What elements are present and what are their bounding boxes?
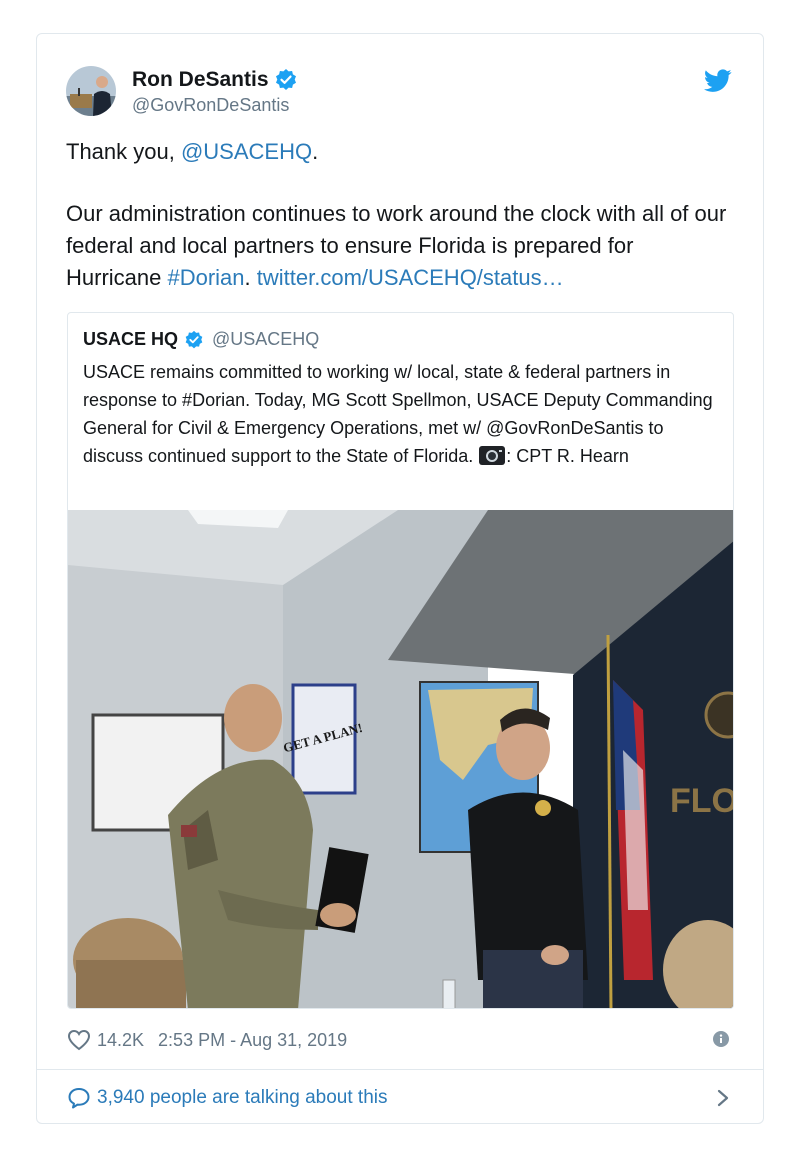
wall-lettering: FLO xyxy=(670,782,734,820)
speech-bubble-icon xyxy=(67,1087,91,1109)
tweet-text: Thank you, @USACEHQ. Our administration … xyxy=(66,136,733,294)
chevron-right-icon[interactable] xyxy=(717,1089,729,1107)
quoted-tweet[interactable]: USACE HQ @USACEHQ USACE remains committe… xyxy=(67,312,734,1009)
talking-count[interactable]: 3,940 people are talking about this xyxy=(97,1087,388,1109)
conversation-link[interactable]: 3,940 people are talking about this xyxy=(67,1084,733,1112)
footer-divider xyxy=(37,1069,763,1070)
quoted-tweet-header: USACE HQ @USACEHQ xyxy=(83,329,319,350)
body-punct: . xyxy=(244,265,257,290)
like-count[interactable]: 14.2K xyxy=(97,1030,144,1051)
heart-icon[interactable] xyxy=(67,1029,91,1051)
tweet-text-greeting: Thank you, @USACEHQ. xyxy=(66,136,733,168)
quoted-handle[interactable]: @USACEHQ xyxy=(212,329,319,350)
tweet-meta: 14.2K 2:53 PM - Aug 31, 2019 xyxy=(67,1026,733,1054)
quoted-tweet-text: USACE remains committed to working w/ lo… xyxy=(83,358,719,470)
twitter-bird-icon[interactable] xyxy=(704,69,732,93)
quoted-display-name[interactable]: USACE HQ xyxy=(83,329,178,350)
embedded-tweet-card[interactable]: Ron DeSantis @GovRonDeSantis Thank you, … xyxy=(36,33,764,1124)
author-name-block[interactable]: Ron DeSantis @GovRonDeSantis xyxy=(132,68,298,116)
mention-link[interactable]: @USACEHQ xyxy=(181,139,312,164)
timestamp-link[interactable]: 2:53 PM - Aug 31, 2019 xyxy=(158,1030,347,1051)
verified-badge-icon xyxy=(184,330,204,350)
author-handle[interactable]: @GovRonDeSantis xyxy=(132,95,298,116)
author-display-name[interactable]: Ron DeSantis xyxy=(132,68,269,92)
camera-emoji-icon xyxy=(479,446,506,465)
hashtag-link[interactable]: #Dorian xyxy=(167,265,244,290)
author-avatar[interactable] xyxy=(66,66,116,116)
photo-credit: : CPT R. Hearn xyxy=(506,446,629,466)
greeting-text: Thank you, xyxy=(66,139,181,164)
tweet-text-body: Our administration continues to work aro… xyxy=(66,198,733,294)
quoted-tweet-photo[interactable]: GET A PLAN! FLO xyxy=(68,510,734,1008)
tweet-header: Ron DeSantis @GovRonDeSantis xyxy=(66,66,734,118)
info-icon[interactable] xyxy=(713,1031,729,1047)
greeting-suffix: . xyxy=(312,139,319,164)
verified-badge-icon xyxy=(274,68,298,92)
status-url-link[interactable]: twitter.com/USACEHQ/status… xyxy=(257,265,564,290)
